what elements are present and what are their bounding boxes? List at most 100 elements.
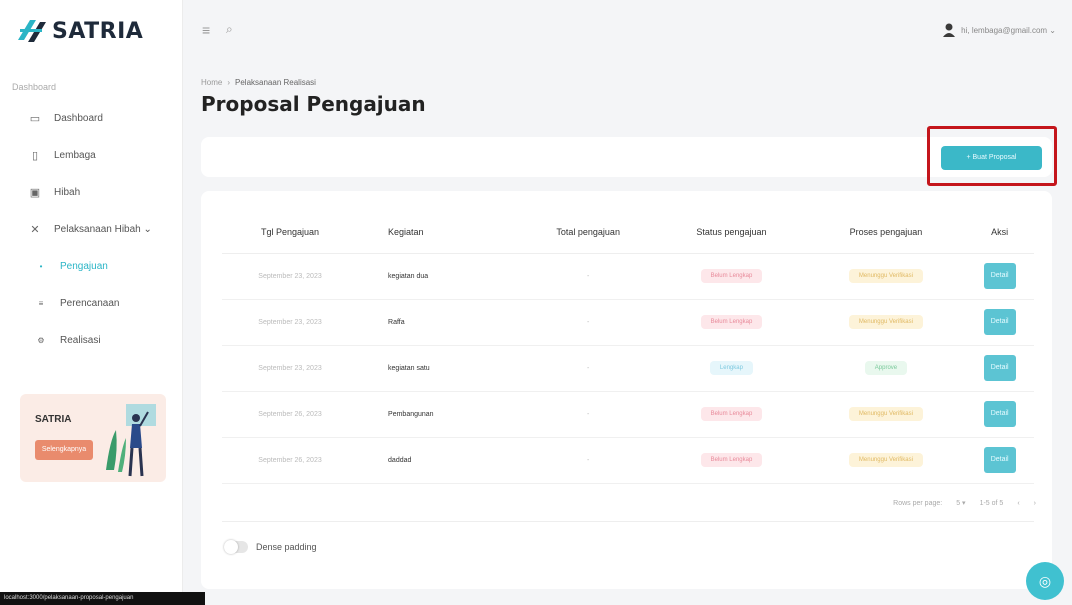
sidebar-item-label: Realisasi [60, 335, 101, 346]
sidebar-item-hibah[interactable]: ▣ Hibah [0, 174, 183, 211]
column-header-aksi: Aksi [965, 211, 1034, 254]
column-header-tgl[interactable]: Tgl Pengajuan [222, 211, 359, 254]
hamburger-menu-icon[interactable]: ≡ [202, 22, 210, 38]
process-badge: Approve [864, 361, 908, 375]
cell-date: September 23, 2023 [222, 253, 359, 300]
sidebar-item-label: Hibah [54, 187, 81, 198]
cell-date: September 23, 2023 [222, 299, 359, 346]
cell-kegiatan: kegiatan satu [358, 345, 521, 392]
promo-card: SATRIA Selengkapnya [20, 394, 166, 482]
cell-proses: Menunggu Verifikasi [806, 299, 966, 346]
next-page-icon[interactable]: › [1034, 500, 1036, 507]
sidebar-item-lembaga[interactable]: ▯ Lembaga [0, 137, 183, 174]
detail-button[interactable]: Detail [983, 401, 1016, 427]
dot-icon: • [39, 262, 43, 271]
table-row: September 23, 2023 kegiatan satu - Lengk… [222, 345, 1034, 392]
logo-icon [18, 20, 46, 42]
cell-total: - [520, 253, 657, 300]
cell-total: - [520, 299, 657, 346]
annotation-highlight-box [927, 126, 1057, 186]
breadcrumb-current: Pelaksanaan Realisasi [235, 78, 316, 87]
search-icon[interactable]: ⌕ [226, 22, 233, 37]
column-header-total[interactable]: Total pengajuan [520, 211, 657, 254]
status-badge: Belum Lengkap [700, 407, 763, 421]
phone-icon: ▯ [31, 150, 39, 162]
sidebar: SATRIA Dashboard ▭ Dashboard ▯ Lembaga ▣… [0, 0, 183, 605]
dense-padding-label: Dense padding [256, 542, 317, 552]
cell-kegiatan: Raffa [358, 299, 521, 346]
breadcrumb-home[interactable]: Home [201, 78, 222, 87]
breadcrumb-separator: › [227, 78, 231, 87]
topbar: ≡ ⌕ hi, lembaga@gmail.com ⌄ [183, 0, 1072, 60]
detail-button[interactable]: Detail [983, 447, 1016, 473]
cell-aksi: Detail [965, 299, 1034, 346]
status-badge: Belum Lengkap [700, 315, 763, 329]
sidebar-item-label: Pelaksanaan Hibah ⌄ [54, 224, 152, 235]
cell-proses: Menunggu Verifikasi [806, 253, 966, 300]
rows-per-page-select[interactable]: 5 ▾ [956, 499, 965, 507]
cell-aksi: Detail [965, 437, 1034, 484]
sidebar-item-pelaksanaan-hibah[interactable]: ✕ Pelaksanaan Hibah ⌄ [0, 211, 183, 248]
cell-total: - [520, 437, 657, 484]
status-badge: Lengkap [709, 361, 753, 375]
help-fab-button[interactable]: ◎ [1026, 562, 1064, 600]
app-logo[interactable]: SATRIA [14, 16, 143, 46]
breadcrumb: Home › Pelaksanaan Realisasi [201, 78, 316, 87]
action-card [201, 137, 1052, 177]
status-url-tooltip: localhost:3000/pelaksanaan-proposal-peng… [0, 592, 205, 605]
puzzle-icon: ✕ [30, 224, 40, 236]
detail-button[interactable]: Detail [983, 309, 1016, 335]
dense-padding-toggle[interactable] [224, 540, 248, 554]
process-badge: Menunggu Verifikasi [848, 407, 923, 421]
detail-button[interactable]: Detail [983, 263, 1016, 289]
sidebar-item-label: Pengajuan [60, 261, 108, 272]
sidebar-item-label: Perencanaan [60, 298, 120, 309]
sidebar-item-dashboard[interactable]: ▭ Dashboard [0, 100, 183, 137]
column-header-kegiatan[interactable]: Kegiatan [358, 211, 521, 254]
table-row: September 26, 2023 Pembangunan - Belum L… [222, 391, 1034, 438]
proposal-table: Tgl Pengajuan Kegiatan Total pengajuan S… [222, 211, 1034, 484]
cell-date: September 23, 2023 [222, 345, 359, 392]
status-badge: Belum Lengkap [700, 269, 763, 283]
app-name: SATRIA [52, 18, 144, 44]
column-header-proses[interactable]: Proses pengajuan [806, 211, 966, 254]
cell-status: Belum Lengkap [656, 299, 807, 346]
sidebar-item-realisasi[interactable]: ⚙ Realisasi [0, 322, 183, 359]
user-email: hi, lembaga@gmail.com ⌄ [961, 25, 1056, 35]
cell-proses: Menunggu Verifikasi [806, 437, 966, 484]
promo-title: SATRIA [35, 414, 72, 425]
cell-status: Lengkap [656, 345, 807, 392]
gift-icon: ▣ [29, 187, 41, 199]
cell-date: September 26, 2023 [222, 437, 359, 484]
table-row: September 23, 2023 kegiatan dua - Belum … [222, 253, 1034, 300]
cell-status: Belum Lengkap [656, 437, 807, 484]
cell-kegiatan: kegiatan dua [358, 253, 521, 300]
cell-aksi: Detail [965, 391, 1034, 438]
sidebar-item-pengajuan[interactable]: • Pengajuan [0, 248, 183, 285]
cell-aksi: Detail [965, 345, 1034, 392]
cell-status: Belum Lengkap [656, 253, 807, 300]
table-row: September 26, 2023 daddad - Belum Lengka… [222, 437, 1034, 484]
cell-kegiatan: daddad [358, 437, 521, 484]
user-avatar-icon [943, 23, 956, 37]
process-badge: Menunggu Verifikasi [848, 453, 923, 467]
pagination-range: 1-5 of 5 [979, 499, 1004, 507]
sidebar-item-perencanaan[interactable]: ≡ Perencanaan [0, 285, 183, 322]
column-header-status[interactable]: Status pengajuan [656, 211, 807, 254]
user-menu[interactable]: hi, lembaga@gmail.com ⌄ [943, 23, 1056, 37]
prev-page-icon[interactable]: ‹ [1017, 500, 1019, 507]
table-footer-divider [222, 521, 1034, 522]
list-icon: ≡ [38, 299, 44, 308]
process-badge: Menunggu Verifikasi [848, 315, 923, 329]
detail-button[interactable]: Detail [983, 355, 1016, 381]
rows-per-page-label: Rows per page: [893, 499, 943, 507]
cell-proses: Menunggu Verifikasi [806, 391, 966, 438]
person-illustration-icon [106, 404, 156, 477]
promo-button[interactable]: Selengkapnya [35, 440, 93, 460]
cell-aksi: Detail [965, 253, 1034, 300]
sidebar-item-label: Dashboard [54, 113, 103, 124]
table-header-row: Tgl Pengajuan Kegiatan Total pengajuan S… [222, 211, 1034, 254]
cell-total: - [520, 345, 657, 392]
nav-section-label: Dashboard [12, 82, 57, 92]
page-title: Proposal Pengajuan [201, 92, 426, 116]
